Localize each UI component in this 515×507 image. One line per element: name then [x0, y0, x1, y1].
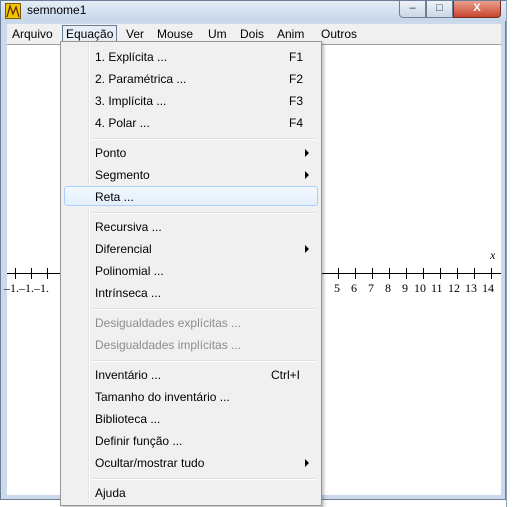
menu-ver[interactable]: Ver	[125, 26, 145, 42]
menu-arquivo[interactable]: Arquivo	[11, 26, 54, 42]
menu-anim[interactable]: Anim	[276, 26, 305, 42]
menu-item-ponto[interactable]: Ponto	[95, 144, 126, 162]
tick-label: 7	[368, 281, 374, 295]
menu-mouse[interactable]: Mouse	[156, 26, 194, 42]
app-icon[interactable]	[5, 3, 21, 19]
menu-item-inventario[interactable]: Inventário ...	[95, 366, 161, 384]
tick-label: 9	[402, 281, 408, 295]
menu-item-tamanho-inventario[interactable]: Tamanho do inventário ...	[95, 388, 230, 406]
axis-tick	[440, 268, 441, 279]
menu-item-polinomial[interactable]: Polinomial ...	[95, 262, 164, 280]
background-window-edge	[506, 0, 515, 507]
tick-labels-left: –1.–1.–1.	[4, 281, 49, 295]
minimize-button[interactable]: –	[399, 1, 426, 18]
menu-outros[interactable]: Outros	[320, 26, 358, 42]
shortcut-f1: F1	[289, 50, 304, 64]
menu-item-desigualdades-explicitas: Desigualdades explícitas ...	[95, 316, 242, 330]
shortcut-f4: F4	[289, 116, 304, 130]
menu-separator	[91, 478, 317, 480]
menu-item-desigualdades-implicitas: Desigualdades implícitas ...	[95, 338, 242, 352]
tick-label: 13	[465, 281, 477, 295]
submenu-arrow-icon	[305, 149, 309, 157]
shortcut-f2: F2	[289, 72, 304, 86]
axis-tick	[457, 268, 458, 279]
menu-separator	[91, 308, 317, 310]
tick-label: 12	[448, 281, 460, 295]
axis-tick	[389, 268, 390, 279]
tick-label: 6	[351, 281, 357, 295]
close-button[interactable]: X	[453, 1, 501, 18]
submenu-arrow-icon	[305, 245, 309, 253]
tick-label: 11	[431, 281, 443, 295]
x-axis-label: x	[490, 248, 496, 262]
tick-label: 14	[482, 281, 494, 295]
axis-tick	[406, 268, 407, 279]
tick-label: 10	[414, 281, 426, 295]
title-bar[interactable]: semnome1 – □ X	[1, 1, 507, 21]
shortcut-ctrl-i: Ctrl+I	[271, 368, 301, 382]
shortcut-f3: F3	[289, 94, 304, 108]
axis-tick	[15, 268, 16, 279]
axis-tick	[355, 268, 356, 279]
axis-tick	[491, 268, 492, 279]
axis-tick	[372, 268, 373, 279]
equacao-dropdown-menu: 1. Explícita ... F1 2. Paramétrica ... F…	[60, 41, 322, 506]
axis-tick	[31, 268, 32, 279]
menu-item-definir-funcao[interactable]: Definir função ...	[95, 432, 182, 450]
submenu-arrow-icon	[305, 171, 309, 179]
menu-um[interactable]: Um	[207, 26, 228, 42]
menu-item-explicita[interactable]: 1. Explícita ...	[95, 48, 167, 66]
menu-item-biblioteca[interactable]: Biblioteca ...	[95, 410, 160, 428]
axis-tick	[474, 268, 475, 279]
axis-tick	[47, 268, 48, 279]
window-title: semnome1	[27, 3, 87, 17]
menu-item-recursiva[interactable]: Recursiva ...	[95, 218, 162, 236]
menu-separator	[91, 212, 317, 214]
menu-item-segmento[interactable]: Segmento	[95, 166, 150, 184]
menu-dois[interactable]: Dois	[239, 26, 265, 42]
menu-item-intrinseca[interactable]: Intrínseca ...	[95, 284, 161, 302]
menu-item-reta[interactable]: Reta ...	[95, 188, 134, 206]
menu-item-ocultar-mostrar[interactable]: Ocultar/mostrar tudo	[95, 454, 204, 472]
tick-label: 5	[334, 281, 340, 295]
axis-tick	[338, 268, 339, 279]
menu-item-diferencial[interactable]: Diferencial	[95, 240, 152, 258]
menu-separator	[91, 138, 317, 140]
menu-item-implicita[interactable]: 3. Implícita ...	[95, 92, 166, 110]
tick-label: 8	[385, 281, 391, 295]
menu-item-polar[interactable]: 4. Polar ...	[95, 114, 150, 132]
submenu-arrow-icon	[305, 459, 309, 467]
maximize-button[interactable]: □	[426, 1, 453, 18]
menu-separator	[91, 360, 317, 362]
axis-tick	[423, 268, 424, 279]
menu-item-parametrica[interactable]: 2. Paramétrica ...	[95, 70, 186, 88]
menu-item-ajuda[interactable]: Ajuda	[95, 484, 126, 502]
